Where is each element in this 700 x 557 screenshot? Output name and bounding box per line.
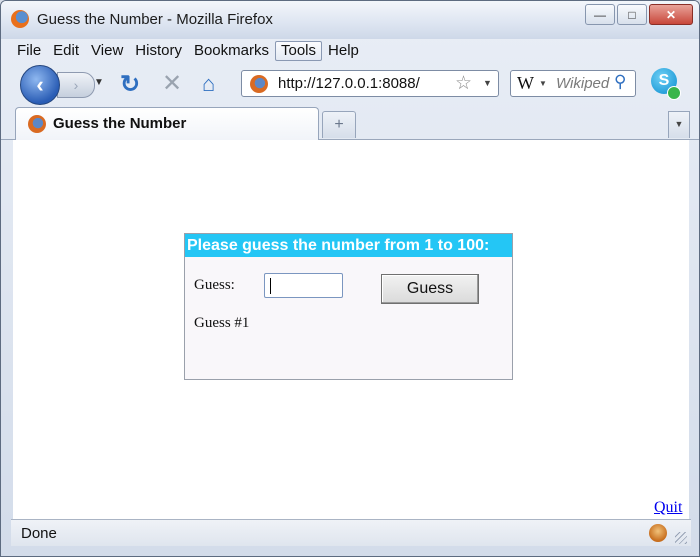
menu-bookmarks[interactable]: Bookmarks bbox=[188, 41, 275, 61]
guess-count: Guess #1 bbox=[194, 315, 250, 331]
new-tab-button[interactable]: + bbox=[322, 111, 356, 138]
url-dropdown-icon[interactable]: ▼ bbox=[483, 78, 492, 88]
plus-icon: + bbox=[334, 116, 344, 133]
skype-status-icon bbox=[667, 86, 681, 100]
minimize-button[interactable]: — bbox=[585, 4, 615, 25]
page-content: Please guess the number from 1 to 100: G… bbox=[13, 140, 689, 519]
menu-view[interactable]: View bbox=[85, 41, 129, 61]
close-button[interactable]: ✕ bbox=[649, 4, 693, 25]
maximize-button[interactable]: □ bbox=[617, 4, 647, 25]
menu-edit[interactable]: Edit bbox=[47, 41, 85, 61]
panel-header: Please guess the number from 1 to 100: bbox=[185, 234, 512, 257]
quit-link[interactable]: Quit bbox=[654, 499, 682, 517]
site-favicon-icon bbox=[250, 75, 268, 93]
menu-file[interactable]: File bbox=[11, 41, 47, 61]
menu-history[interactable]: History bbox=[129, 41, 188, 61]
status-bar: Done bbox=[11, 519, 691, 546]
skype-letter: S bbox=[658, 72, 670, 89]
stop-icon[interactable]: ✕ bbox=[162, 69, 182, 98]
url-text[interactable]: http://127.0.0.1:8088/ bbox=[278, 75, 420, 92]
tab-guess-the-number[interactable]: Guess the Number bbox=[15, 107, 319, 140]
window-controls: — □ ✕ bbox=[585, 4, 693, 25]
title-bar: Guess the Number - Mozilla Firefox — □ ✕ bbox=[1, 1, 699, 39]
forward-arrow-icon: › bbox=[73, 77, 79, 93]
tab-label: Guess the Number bbox=[53, 115, 187, 132]
firefox-icon bbox=[11, 10, 29, 28]
menu-bar: File Edit View History Bookmarks Tools H… bbox=[11, 41, 365, 61]
addon-status-icon[interactable] bbox=[649, 524, 667, 542]
resize-grip-icon[interactable] bbox=[675, 532, 687, 544]
tab-strip: Guess the Number + ▼ bbox=[1, 105, 699, 140]
reload-icon[interactable]: ↻ bbox=[120, 70, 140, 99]
chevron-down-icon: ▼ bbox=[674, 119, 684, 129]
tab-favicon-icon bbox=[28, 115, 46, 133]
browser-window: Guess the Number - Mozilla Firefox — □ ✕… bbox=[0, 0, 700, 557]
search-engine-dropdown-icon[interactable]: ▼ bbox=[539, 79, 547, 88]
tab-list-button[interactable]: ▼ bbox=[668, 111, 690, 138]
guess-button[interactable]: Guess bbox=[381, 274, 479, 304]
navigation-toolbar: › ‹ ▼ ↻ ✕ ⌂ http://127.0.0.1:8088/ ☆ ▼ W… bbox=[1, 63, 699, 105]
text-caret bbox=[270, 278, 271, 294]
wikipedia-icon[interactable]: W bbox=[517, 73, 534, 94]
back-button[interactable]: ‹ bbox=[20, 65, 60, 105]
url-bar[interactable]: http://127.0.0.1:8088/ ☆ ▼ bbox=[241, 70, 499, 97]
guess-label: Guess: bbox=[194, 277, 235, 293]
window-title: Guess the Number - Mozilla Firefox bbox=[37, 11, 273, 28]
history-dropdown-icon[interactable]: ▼ bbox=[94, 77, 104, 88]
search-bar[interactable]: W ▼ Wikiped ⚲ bbox=[510, 70, 636, 97]
search-icon[interactable]: ⚲ bbox=[614, 72, 626, 92]
guess-panel: Please guess the number from 1 to 100: G… bbox=[184, 233, 513, 380]
back-arrow-icon: ‹ bbox=[36, 72, 44, 97]
forward-button[interactable]: › bbox=[57, 72, 95, 98]
status-text: Done bbox=[21, 525, 57, 542]
menu-help[interactable]: Help bbox=[322, 41, 365, 61]
home-icon[interactable]: ⌂ bbox=[202, 71, 215, 97]
menu-tools[interactable]: Tools bbox=[274, 41, 323, 61]
guess-input[interactable] bbox=[264, 273, 343, 298]
bookmark-star-icon[interactable]: ☆ bbox=[455, 72, 472, 95]
search-input[interactable]: Wikiped bbox=[556, 75, 609, 92]
